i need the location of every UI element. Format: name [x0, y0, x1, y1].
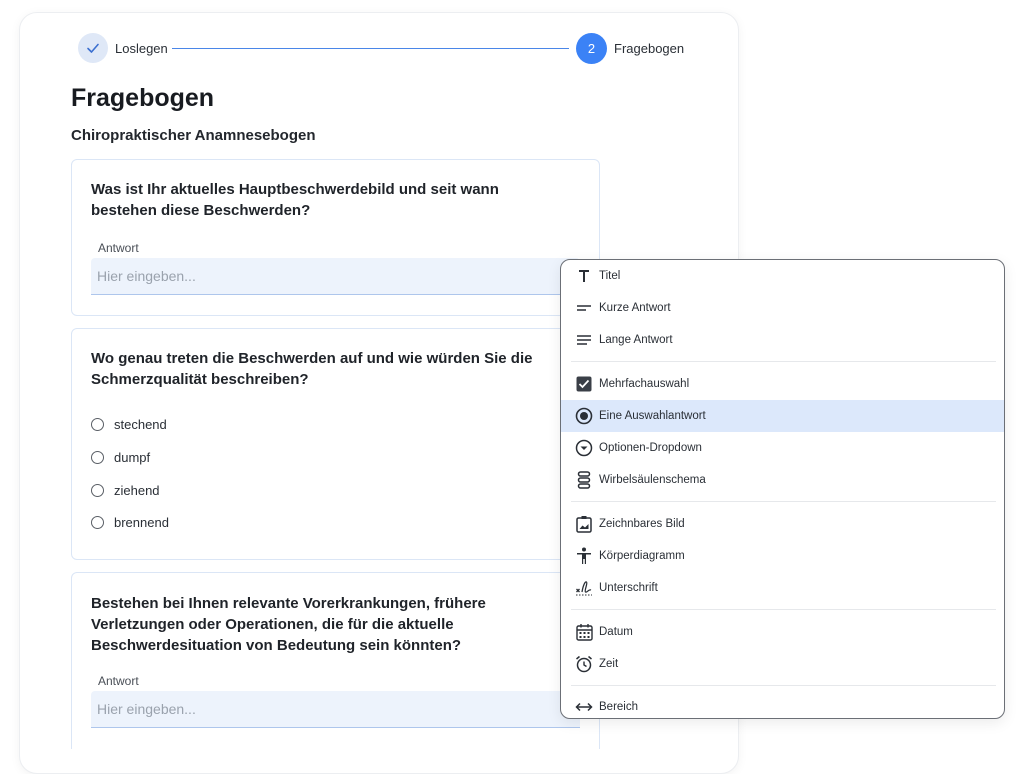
long-text-icon: [573, 329, 595, 351]
menu-item-label: Körperdiagramm: [599, 550, 685, 562]
radio-option[interactable]: dumpf: [91, 447, 150, 467]
radio-icon: [573, 405, 595, 427]
menu-item-datum[interactable]: Datum: [561, 616, 1004, 648]
body-icon: [573, 545, 595, 567]
radio-button[interactable]: [91, 450, 104, 464]
menu-item-unterschrift[interactable]: Unterschrift: [561, 572, 1004, 604]
menu-item-optionen-dropdown[interactable]: Optionen-Dropdown: [561, 432, 1004, 464]
short-text-icon: [573, 297, 595, 319]
radio-button[interactable]: [91, 483, 104, 497]
menu-item-label: Zeit: [599, 658, 619, 670]
menu-item-wirbelsaeulenschema[interactable]: Wirbelsäulenschema: [561, 464, 1004, 496]
step-2-indicator[interactable]: 2: [576, 33, 607, 64]
radio-option-label: ziehend: [114, 482, 160, 498]
radio-option[interactable]: stechend: [91, 414, 167, 434]
spine-icon: [573, 469, 595, 491]
menu-divider: [571, 609, 996, 610]
menu-item-zeit[interactable]: Zeit: [561, 648, 1004, 680]
range-icon: [573, 696, 595, 718]
radio-option-label: dumpf: [114, 449, 151, 465]
answer-input[interactable]: [91, 691, 580, 728]
menu-item-label: Lange Antwort: [599, 334, 673, 346]
menu-item-zeichnbares-bild[interactable]: Zeichnbares Bild: [561, 508, 1004, 540]
menu-divider: [571, 685, 996, 686]
answer-label: Antwort: [98, 241, 139, 255]
alarm-icon: [573, 653, 595, 675]
menu-item-kurze-antwort[interactable]: Kurze Antwort: [561, 292, 1004, 324]
drawable-image-icon: [573, 513, 595, 535]
menu-item-label: Optionen-Dropdown: [599, 442, 702, 454]
form-title: Chiropraktischer Anamnesebogen: [71, 127, 316, 144]
answer-input[interactable]: [91, 258, 580, 295]
checkbox-icon: [573, 373, 595, 395]
menu-item-label: Titel: [599, 270, 621, 282]
menu-item-bereich[interactable]: Bereich: [561, 691, 1004, 718]
menu-item-koerperdiagramm[interactable]: Körperdiagramm: [561, 540, 1004, 572]
question-text: Was ist Ihr aktuelles Hauptbeschwerdebil…: [91, 181, 499, 219]
answer-label: Antwort: [98, 674, 139, 688]
radio-option-label: stechend: [114, 416, 167, 432]
menu-item-eine-auswahlantwort[interactable]: Eine Auswahlantwort: [561, 400, 1004, 432]
stepper-connector: [172, 48, 569, 49]
dropdown-icon: [573, 437, 595, 459]
menu-item-titel[interactable]: Titel: [561, 260, 1004, 292]
question-text: Bestehen bei Ihnen relevante Vorerkranku…: [91, 595, 486, 654]
step-completed-indicator[interactable]: [78, 33, 108, 63]
field-type-menu: Titel Kurze Antwort Lange Antwort Mehrfa…: [560, 259, 1005, 719]
radio-button[interactable]: [91, 515, 104, 529]
menu-item-label: Unterschrift: [599, 582, 658, 594]
question-card-3: Bestehen bei Ihnen relevante Vorerkranku…: [71, 572, 600, 749]
question-card-1: Was ist Ihr aktuelles Hauptbeschwerdebil…: [71, 159, 600, 316]
page-title: Fragebogen: [71, 84, 215, 112]
menu-item-mehrfachauswahl[interactable]: Mehrfachauswahl: [561, 368, 1004, 400]
question-card-2: Wo genau treten die Beschwerden auf und …: [71, 328, 600, 560]
check-icon: [87, 43, 99, 53]
menu-item-label: Zeichnbares Bild: [599, 518, 685, 530]
question-text: Wo genau treten die Beschwerden auf und …: [91, 350, 533, 388]
menu-item-label: Datum: [599, 626, 633, 638]
step-1-label[interactable]: Loslegen: [115, 41, 168, 56]
menu-item-label: Kurze Antwort: [599, 302, 671, 314]
menu-item-label: Bereich: [599, 701, 638, 713]
menu-item-label: Eine Auswahlantwort: [599, 410, 706, 422]
menu-item-label: Wirbelsäulenschema: [599, 474, 706, 486]
menu-item-lange-antwort[interactable]: Lange Antwort: [561, 324, 1004, 356]
menu-item-label: Mehrfachauswahl: [599, 378, 690, 390]
radio-option[interactable]: ziehend: [91, 480, 160, 500]
menu-divider: [571, 501, 996, 502]
step-2-label[interactable]: Fragebogen: [614, 41, 684, 56]
calendar-icon: [573, 621, 595, 643]
menu-divider: [571, 361, 996, 362]
radio-option[interactable]: brennend: [91, 512, 169, 532]
title-icon: [573, 265, 595, 287]
radio-button[interactable]: [91, 417, 104, 431]
signature-icon: [573, 577, 595, 599]
radio-option-label: brennend: [114, 514, 169, 530]
